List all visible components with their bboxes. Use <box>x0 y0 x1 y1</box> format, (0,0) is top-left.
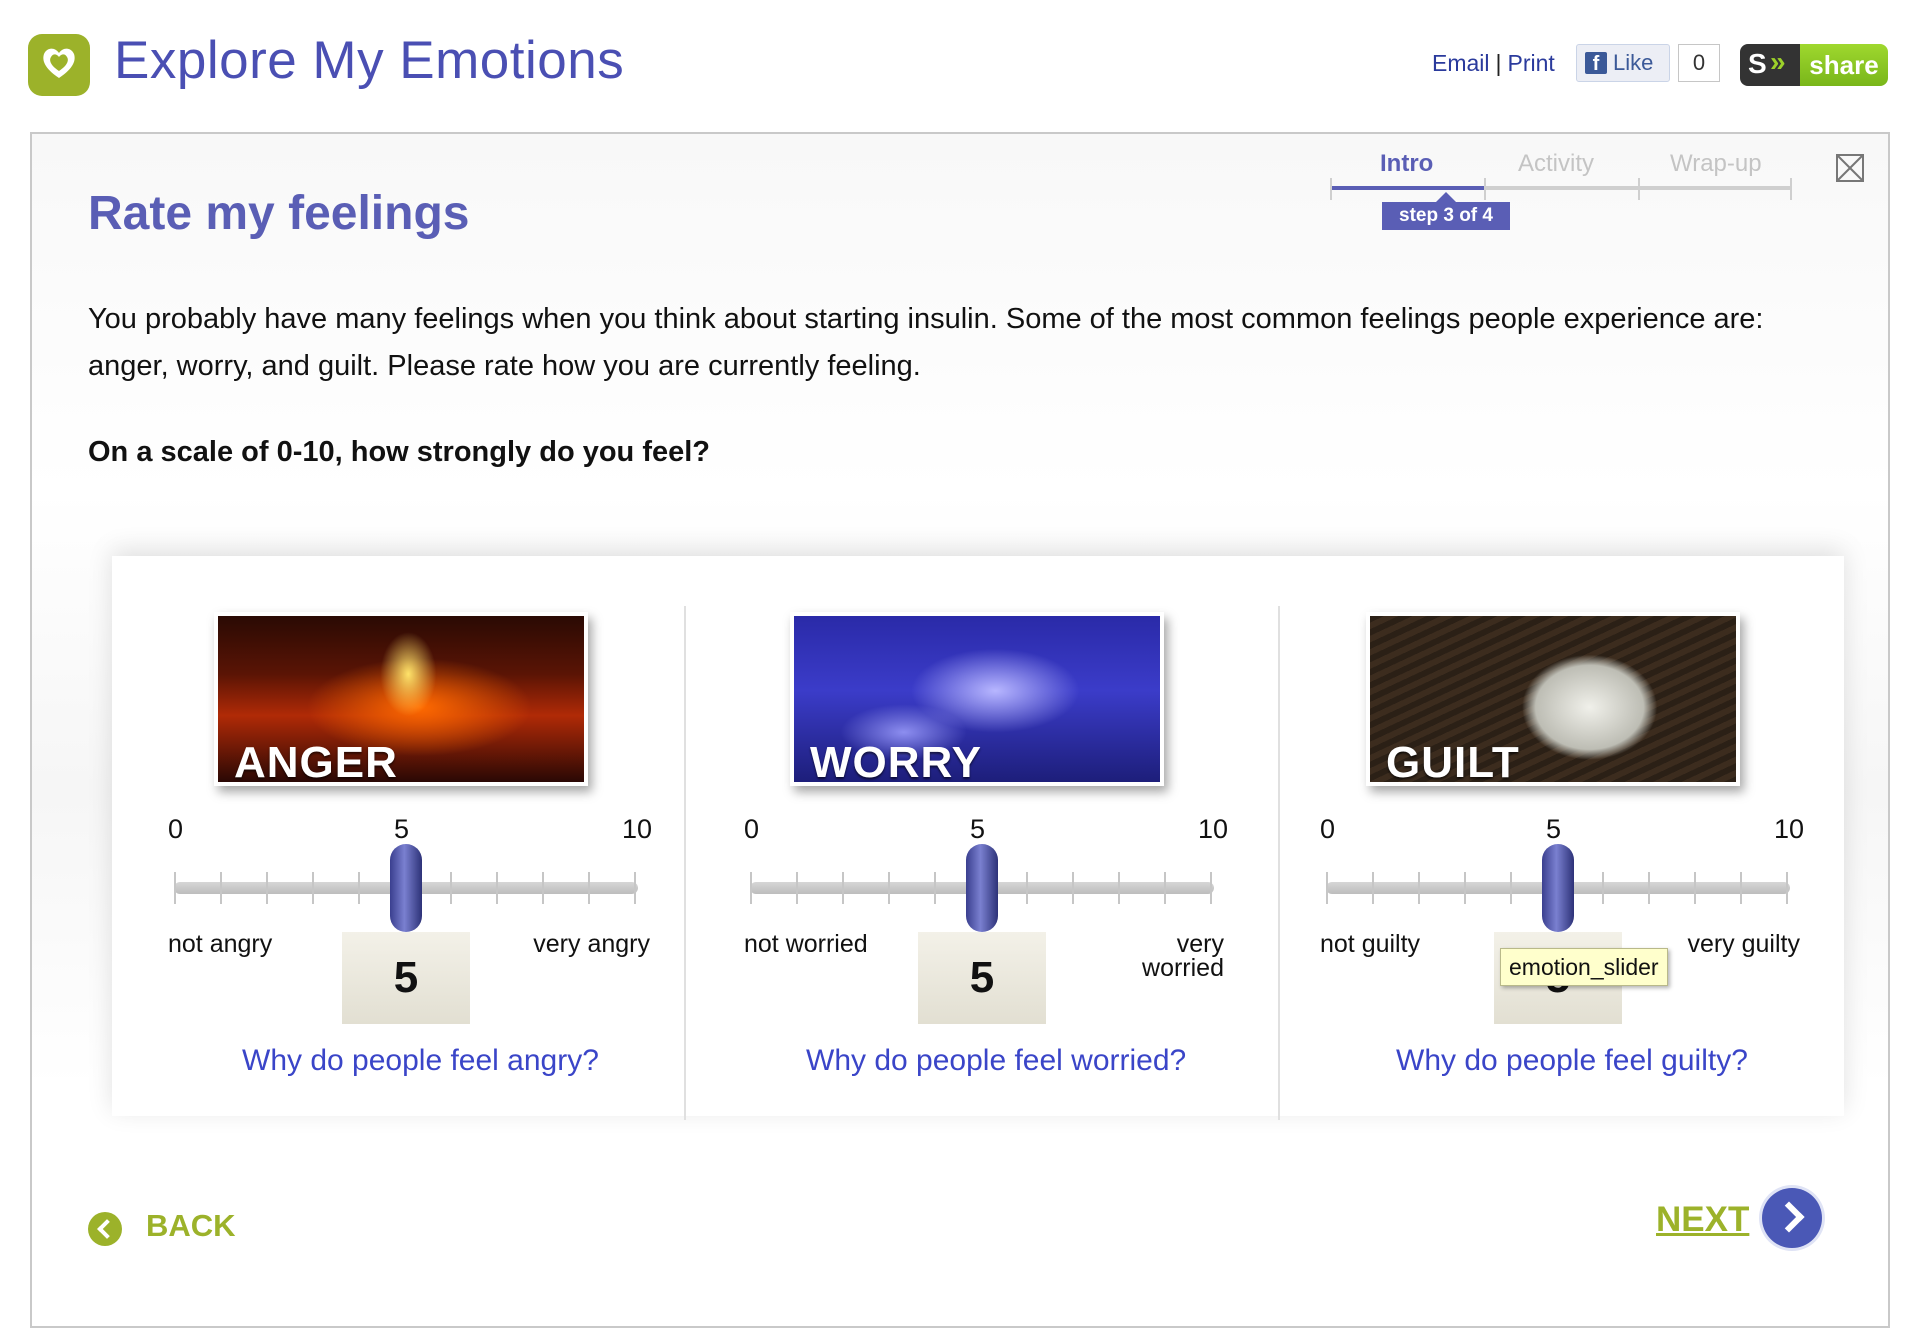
anger-slider-handle[interactable] <box>390 844 422 932</box>
worry-image: WORRY <box>790 612 1164 786</box>
anger-high-label: very angry <box>533 930 650 958</box>
share-badge-letter: S <box>1748 48 1767 79</box>
app-title: Explore My Emotions <box>114 31 625 90</box>
page-title: Rate my feelings <box>88 187 470 240</box>
step-badge: step 3 of 4 <box>1382 202 1510 230</box>
anger-low-label: not angry <box>168 930 273 958</box>
link-separator: | <box>1495 50 1502 76</box>
anger-scale-mid: 5 <box>394 814 410 844</box>
anger-image: ANGER <box>214 612 588 786</box>
worry-caption: WORRY <box>810 738 983 786</box>
email-link[interactable]: Email <box>1432 50 1490 76</box>
slider-tooltip: emotion_slider <box>1500 948 1668 986</box>
worry-value-display: 5 <box>918 932 1046 1024</box>
guilt-scale-min: 0 <box>1320 814 1336 844</box>
sharethis-icon[interactable]: S » <box>1740 44 1800 86</box>
facebook-icon: f <box>1585 52 1607 75</box>
why-angry-link[interactable]: Why do people feel angry? <box>242 1044 599 1078</box>
step-tick <box>1330 178 1332 200</box>
worry-high-label: very worried <box>1142 930 1224 982</box>
why-guilty-link[interactable]: Why do people feel guilty? <box>1396 1044 1748 1078</box>
anger-scale-max: 10 <box>622 814 653 844</box>
back-arrow-icon[interactable] <box>88 1212 122 1246</box>
close-icon[interactable] <box>1836 154 1864 182</box>
guilt-scale-mid: 5 <box>1546 814 1562 844</box>
anger-caption: ANGER <box>234 738 398 786</box>
anger-scale-min: 0 <box>168 814 184 844</box>
step-progress-active <box>1330 186 1484 190</box>
guilt-image: GUILT <box>1366 612 1740 786</box>
guilt-high-label: very guilty <box>1687 930 1800 958</box>
back-button[interactable]: BACK <box>146 1208 236 1244</box>
step-wrap-up[interactable]: Wrap-up <box>1670 150 1762 178</box>
step-tick <box>1484 178 1486 200</box>
step-tick <box>1638 178 1640 200</box>
step-badge-pointer <box>1436 192 1456 202</box>
like-label: Like <box>1613 50 1654 75</box>
worry-scale-max: 10 <box>1198 814 1229 844</box>
intro-paragraph: You probably have many feelings when you… <box>88 303 1764 382</box>
worry-low-label: not worried <box>744 930 868 958</box>
anger-value-display: 5 <box>342 932 470 1024</box>
guilt-scale-max: 10 <box>1774 814 1805 844</box>
worry-slider-handle[interactable] <box>966 844 998 932</box>
logo-icon <box>28 34 90 96</box>
double-chevron-icon: » <box>1770 46 1786 77</box>
facebook-like-button[interactable]: f Like <box>1576 44 1670 82</box>
guilt-low-label: not guilty <box>1320 930 1421 958</box>
print-link[interactable]: Print <box>1508 50 1555 76</box>
like-count: 0 <box>1678 44 1720 82</box>
header-links: Email | Print <box>1432 50 1555 77</box>
worry-scale-mid: 5 <box>970 814 986 844</box>
why-worried-link[interactable]: Why do people feel worried? <box>806 1044 1186 1078</box>
rating-question: On a scale of 0-10, how strongly do you … <box>88 436 711 468</box>
step-tick <box>1790 178 1792 200</box>
step-intro[interactable]: Intro <box>1380 150 1433 178</box>
step-activity[interactable]: Activity <box>1518 150 1594 178</box>
worry-scale-min: 0 <box>744 814 760 844</box>
column-divider <box>1278 606 1280 1120</box>
guilt-caption: GUILT <box>1386 738 1520 786</box>
share-button[interactable]: share <box>1800 44 1888 86</box>
next-arrow-icon[interactable] <box>1762 1188 1822 1248</box>
column-divider <box>684 606 686 1120</box>
next-button[interactable]: NEXT <box>1656 1200 1749 1240</box>
guilt-slider-handle[interactable] <box>1542 844 1574 932</box>
